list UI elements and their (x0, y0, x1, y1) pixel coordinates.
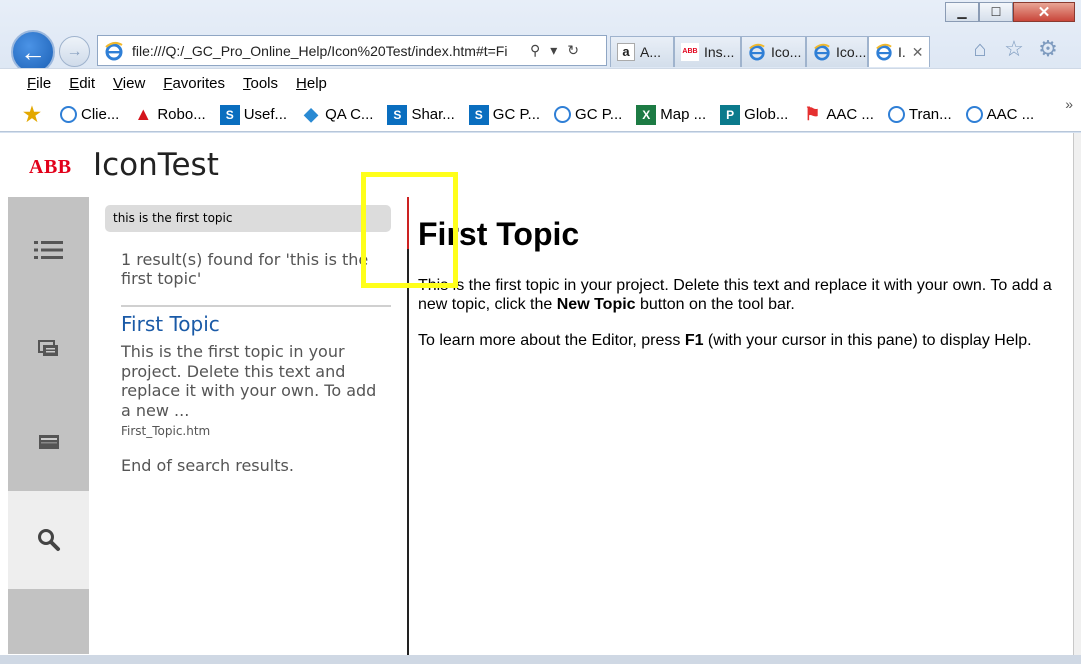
results-divider (121, 305, 391, 307)
abb-logo: ABB (29, 156, 72, 178)
search-input[interactable]: this is the first topic (105, 205, 391, 232)
ie-icon (965, 106, 983, 123)
home-icon[interactable]: ⌂ (968, 36, 992, 62)
menu-edit[interactable]: Edit (69, 75, 95, 92)
glossary-nav-button[interactable] (8, 393, 89, 491)
window-controls: ▁ ☐ ✕ (945, 2, 1075, 24)
tab-label: Ico... (771, 44, 802, 60)
tab-strip: a A... ABB Ins... Ico... Ico... I. ✕ (610, 36, 930, 67)
window-bottom-edge (0, 655, 1081, 664)
ie-icon (105, 41, 123, 60)
dropdown-icon[interactable]: ▾ (550, 42, 557, 59)
toc-nav-button[interactable] (8, 201, 89, 299)
flag-icon: ⚑ (804, 104, 821, 124)
favorite-item[interactable]: ⚑ AAC ... (802, 104, 874, 125)
settings-gear-icon[interactable]: ⚙ (1036, 36, 1060, 62)
ie-icon (60, 106, 77, 123)
scrollbar[interactable] (1073, 133, 1081, 664)
publisher-icon: P (720, 104, 741, 125)
forward-arrow-icon: → (66, 42, 83, 60)
tab-label: Ins... (704, 44, 735, 60)
tab[interactable]: Ico... (741, 36, 806, 67)
menu-favorites[interactable]: Favorites (163, 75, 225, 92)
topic-paragraph: To learn more about the Editor, press F1… (418, 332, 1032, 349)
topic-paragraph: This is the first topic in your project.… (418, 277, 1052, 313)
favorite-item[interactable]: GC P... (554, 106, 622, 123)
favorites-star-icon[interactable]: ☆ (1002, 36, 1026, 62)
search-icon[interactable]: ⚲ (530, 42, 540, 59)
tab[interactable]: Ico... (806, 36, 868, 67)
sharepoint-icon: S (219, 104, 240, 125)
favorite-item[interactable]: ▲ Robo... (133, 104, 205, 125)
annotation-highlight-box (361, 172, 458, 288)
more-favorites-chevron-icon[interactable]: » (1065, 96, 1073, 112)
tab-active[interactable]: I. ✕ (868, 36, 930, 67)
abb-icon: ABB (681, 43, 699, 61)
results-end: End of search results. (121, 456, 294, 475)
forward-button[interactable]: → (59, 36, 90, 67)
refresh-icon[interactable]: ↻ (567, 42, 579, 59)
close-window-button[interactable]: ✕ (1013, 2, 1075, 22)
favorite-item[interactable]: Tran... (887, 106, 952, 123)
search-result-file: First_Topic.htm (121, 424, 211, 438)
ie-icon (887, 106, 905, 123)
favorite-item[interactable]: S GC P... (468, 104, 540, 125)
results-count: 1 result(s) found for 'this is the first… (121, 250, 369, 288)
close-tab-icon[interactable]: ✕ (912, 44, 924, 61)
sharepoint-icon: S (468, 104, 489, 125)
amazon-icon: a (617, 43, 635, 61)
browser-tools: ⌂ ☆ ⚙ (968, 36, 1060, 62)
ie-icon (749, 43, 765, 61)
favorite-item[interactable]: AAC ... (965, 106, 1034, 123)
nav-rail (8, 197, 89, 654)
favorite-item[interactable]: Clie... (60, 106, 119, 123)
favorite-item[interactable]: S Shar... (387, 104, 455, 125)
favorite-item[interactable]: X Map ... (636, 104, 706, 125)
address-input[interactable]: file:///Q:/_GC_Pro_Online_Help/Icon%20Te… (132, 43, 522, 59)
back-arrow-icon: ← (20, 36, 46, 67)
favorite-item[interactable]: S Usef... (219, 104, 287, 125)
excel-icon: X (636, 104, 657, 125)
favorites-bar: ★ Clie... ▲ Robo... S Usef... ◆ QA C... S Sh… (0, 98, 1081, 132)
search-nav-button[interactable] (8, 491, 89, 589)
tab[interactable]: ABB Ins... (674, 36, 741, 67)
ie-icon (554, 106, 572, 123)
tab-label: I. (898, 44, 906, 60)
favorite-item[interactable]: ◆ QA C... (301, 104, 373, 125)
menu-view[interactable]: View (113, 75, 145, 92)
add-favorite-button[interactable]: ★ (22, 104, 46, 126)
list-icon (33, 241, 63, 259)
glossary-icon (38, 435, 59, 449)
ie-icon (876, 43, 892, 61)
index-nav-button[interactable] (8, 299, 89, 397)
app-title: IconTest (93, 147, 219, 183)
favorite-item[interactable]: P Glob... (720, 104, 788, 125)
adobe-icon: ▲ (134, 104, 153, 124)
menu-tools[interactable]: Tools (243, 75, 278, 92)
menu-bar: File Edit View Favorites Tools Help (0, 68, 1081, 98)
address-bar[interactable]: file:///Q:/_GC_Pro_Online_Help/Icon%20Te… (97, 35, 607, 66)
search-result-snippet: This is the first topic in your project.… (121, 342, 377, 420)
minimize-button[interactable]: ▁ (945, 2, 979, 22)
tab[interactable]: a A... (610, 36, 674, 67)
maximize-button[interactable]: ☐ (979, 2, 1013, 22)
star-add-icon: ★ (23, 104, 41, 126)
tab-label: A... (640, 44, 662, 60)
menu-help[interactable]: Help (296, 75, 327, 92)
sharepoint-icon: S (387, 104, 408, 125)
address-tools: ⚲ ▾ ↻ (530, 42, 579, 59)
tab-label: Ico... (836, 44, 867, 60)
menu-file[interactable]: File (27, 75, 51, 92)
index-icon (37, 340, 58, 356)
search-icon (37, 529, 60, 551)
search-result-link[interactable]: First Topic (121, 312, 220, 336)
ie-icon (814, 43, 830, 61)
diamond-icon: ◆ (304, 104, 318, 124)
